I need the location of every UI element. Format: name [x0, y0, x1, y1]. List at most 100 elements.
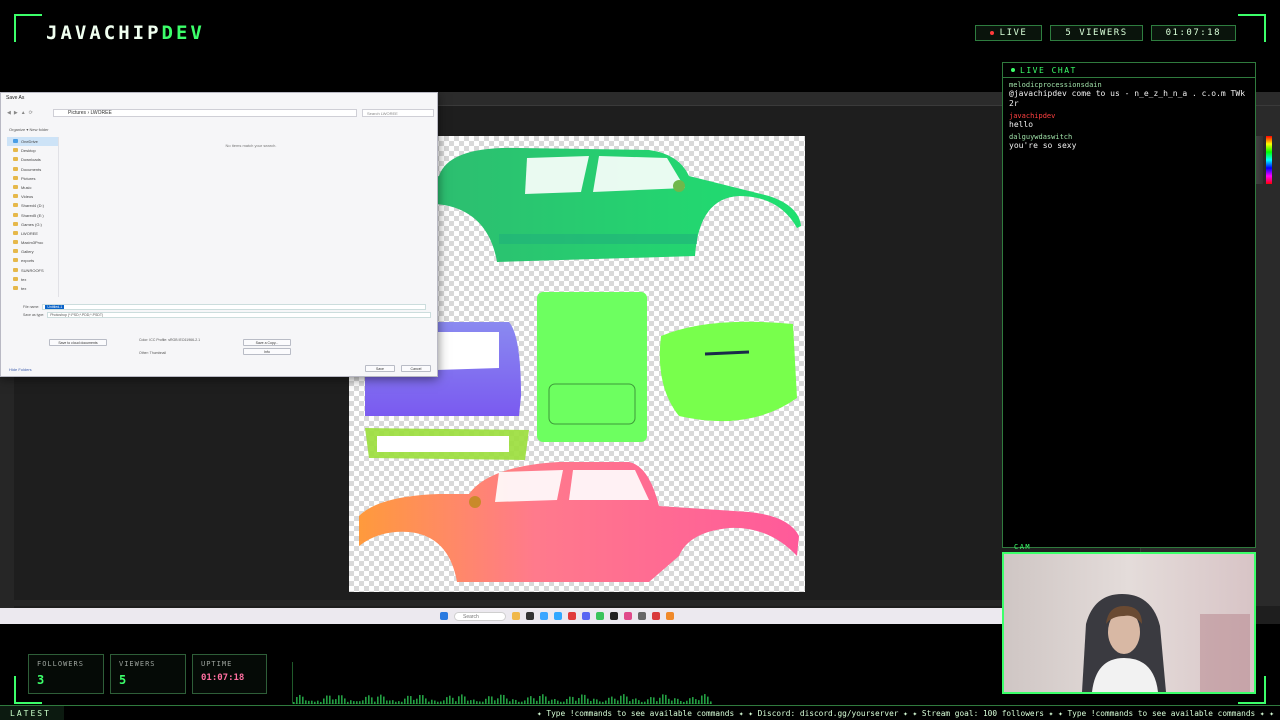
audio-bar — [311, 700, 313, 704]
save-button[interactable]: Save — [365, 365, 395, 372]
sidebar-item-folder[interactable]: Maxim3Proc — [7, 238, 58, 247]
audio-bar — [437, 701, 439, 704]
audio-bar — [626, 696, 628, 704]
audio-bar — [512, 699, 514, 704]
audio-bar — [611, 696, 613, 704]
audio-bar — [674, 698, 676, 704]
audio-bar — [383, 696, 385, 704]
audio-bar — [557, 700, 559, 704]
info-button[interactable]: Info — [243, 348, 291, 355]
audio-bar — [428, 701, 430, 704]
audio-bar — [338, 695, 340, 704]
search-input[interactable]: Search LWOREE — [362, 109, 434, 117]
audio-bar — [647, 699, 649, 704]
photoshop-icon[interactable] — [554, 612, 562, 620]
roof-panel — [537, 292, 647, 442]
viewers-count: 5 — [119, 673, 127, 687]
app-icon[interactable] — [652, 612, 660, 620]
audio-bar — [602, 701, 604, 704]
audio-bar — [365, 696, 367, 704]
folder-icon[interactable] — [512, 612, 520, 620]
sidebar-item-drive-g[interactable]: Games (G:) — [7, 220, 58, 229]
audio-bar — [449, 695, 451, 704]
audio-bar — [644, 701, 646, 704]
audio-bar — [653, 697, 655, 704]
sidebar-item-downloads[interactable]: Downloads — [7, 155, 58, 164]
channel-brand: JAVACHIPDEV — [46, 22, 205, 44]
uptime-value: 01:07:18 — [201, 673, 245, 683]
dialog-title: Save As — [6, 95, 25, 101]
sidebar-item-music[interactable]: Music — [7, 183, 58, 192]
audio-bar — [479, 701, 481, 704]
sidebar-item-drive-d[interactable]: Shared4 (D:) — [7, 201, 58, 210]
color-profile-option[interactable]: Color: ICC Profile: sRGB IEC61966-2.1 — [139, 338, 200, 342]
audio-bar — [701, 695, 703, 704]
audio-bar — [341, 695, 343, 704]
cancel-button[interactable]: Cancel — [401, 365, 431, 372]
app-icon[interactable] — [596, 612, 604, 620]
audio-bar — [488, 696, 490, 704]
audio-bar — [452, 697, 454, 704]
audio-bar — [458, 696, 460, 704]
sidebar-item-folder[interactable]: Gallery — [7, 247, 58, 256]
audio-bar — [554, 699, 556, 704]
windows-start-icon[interactable] — [440, 612, 448, 620]
audio-bar — [500, 694, 502, 704]
discord-icon[interactable] — [582, 612, 590, 620]
audio-bar — [575, 700, 577, 704]
frame-corner-top-left — [14, 14, 42, 42]
sidebar-item-desktop[interactable]: Desktop — [7, 146, 58, 155]
audio-bar — [305, 700, 307, 704]
sidebar-item-folder[interactable]: LWOREE — [7, 229, 58, 238]
audio-bar — [662, 694, 664, 704]
app-icon[interactable] — [666, 612, 674, 620]
live-dot-icon — [1011, 68, 1015, 72]
chat-username: dalguywdaswitch — [1009, 133, 1073, 141]
audio-bar — [314, 701, 316, 704]
sidebar-item-drive-e[interactable]: Shared5 (E:) — [7, 211, 58, 220]
sidebar-item-folder[interactable]: exports — [7, 256, 58, 265]
app-icon[interactable] — [638, 612, 646, 620]
obs-icon[interactable] — [610, 612, 618, 620]
taskbar-search[interactable]: Search — [454, 611, 506, 621]
audio-bar — [608, 697, 610, 704]
audio-bar — [509, 701, 511, 704]
audio-bar — [380, 694, 382, 704]
sidebar-item-folder[interactable]: SUNROOFS — [7, 266, 58, 275]
sidebar-item-folder[interactable]: tex — [7, 275, 58, 284]
nav-arrows[interactable]: ◀▶▲⟳ — [7, 110, 36, 116]
sidebar-item-pictures[interactable]: Pictures — [7, 174, 58, 183]
save-copy-button[interactable]: Save a Copy... — [243, 339, 291, 346]
filename-field[interactable]: Untitled-1 — [42, 304, 427, 310]
app-icon[interactable] — [526, 612, 534, 620]
filename-row: File name: Untitled-1 — [23, 304, 427, 310]
audio-bar — [572, 696, 574, 704]
audio-bar — [659, 697, 661, 704]
audio-bar — [296, 696, 298, 704]
thumbnail-option[interactable]: Other: Thumbnail — [139, 351, 166, 355]
filetype-select[interactable]: Photoshop (*.PSD;*.PDD;*.PSDT) — [47, 312, 432, 318]
live-chat-panel: LIVE CHAT melodicprocessionsdain @javach… — [1002, 62, 1256, 548]
sidebar-item-folder[interactable]: tex — [7, 284, 58, 293]
audio-bar — [386, 700, 388, 704]
audio-visualizer — [292, 662, 712, 704]
viewers-badge: 5 VIEWERS — [1050, 25, 1143, 41]
audio-bar — [590, 700, 592, 704]
sidebar-item-onedrive[interactable]: OneDrive — [7, 137, 58, 147]
chat-message: javachipdev hello — [1003, 112, 1255, 130]
save-to-cloud-button[interactable]: Save to cloud documents — [49, 339, 107, 346]
audio-bar — [461, 694, 463, 704]
sidebar-item-videos[interactable]: Videos — [7, 192, 58, 201]
clock-badge: 01:07:18 — [1150, 25, 1236, 41]
dialog-toolbar[interactable]: Organize ▾ New folder — [9, 127, 49, 132]
browser-icon[interactable] — [540, 612, 548, 620]
audio-bar — [593, 698, 595, 704]
hide-folders-button[interactable]: Hide Folders — [9, 367, 32, 372]
audio-bar — [419, 694, 421, 704]
app-icon[interactable] — [624, 612, 632, 620]
address-bar[interactable]: Pictures › LWOREE — [53, 109, 357, 117]
audio-bar — [704, 694, 706, 704]
hue-slider[interactable] — [1266, 136, 1272, 184]
sidebar-item-documents[interactable]: Documents — [7, 165, 58, 174]
app-icon[interactable] — [568, 612, 576, 620]
